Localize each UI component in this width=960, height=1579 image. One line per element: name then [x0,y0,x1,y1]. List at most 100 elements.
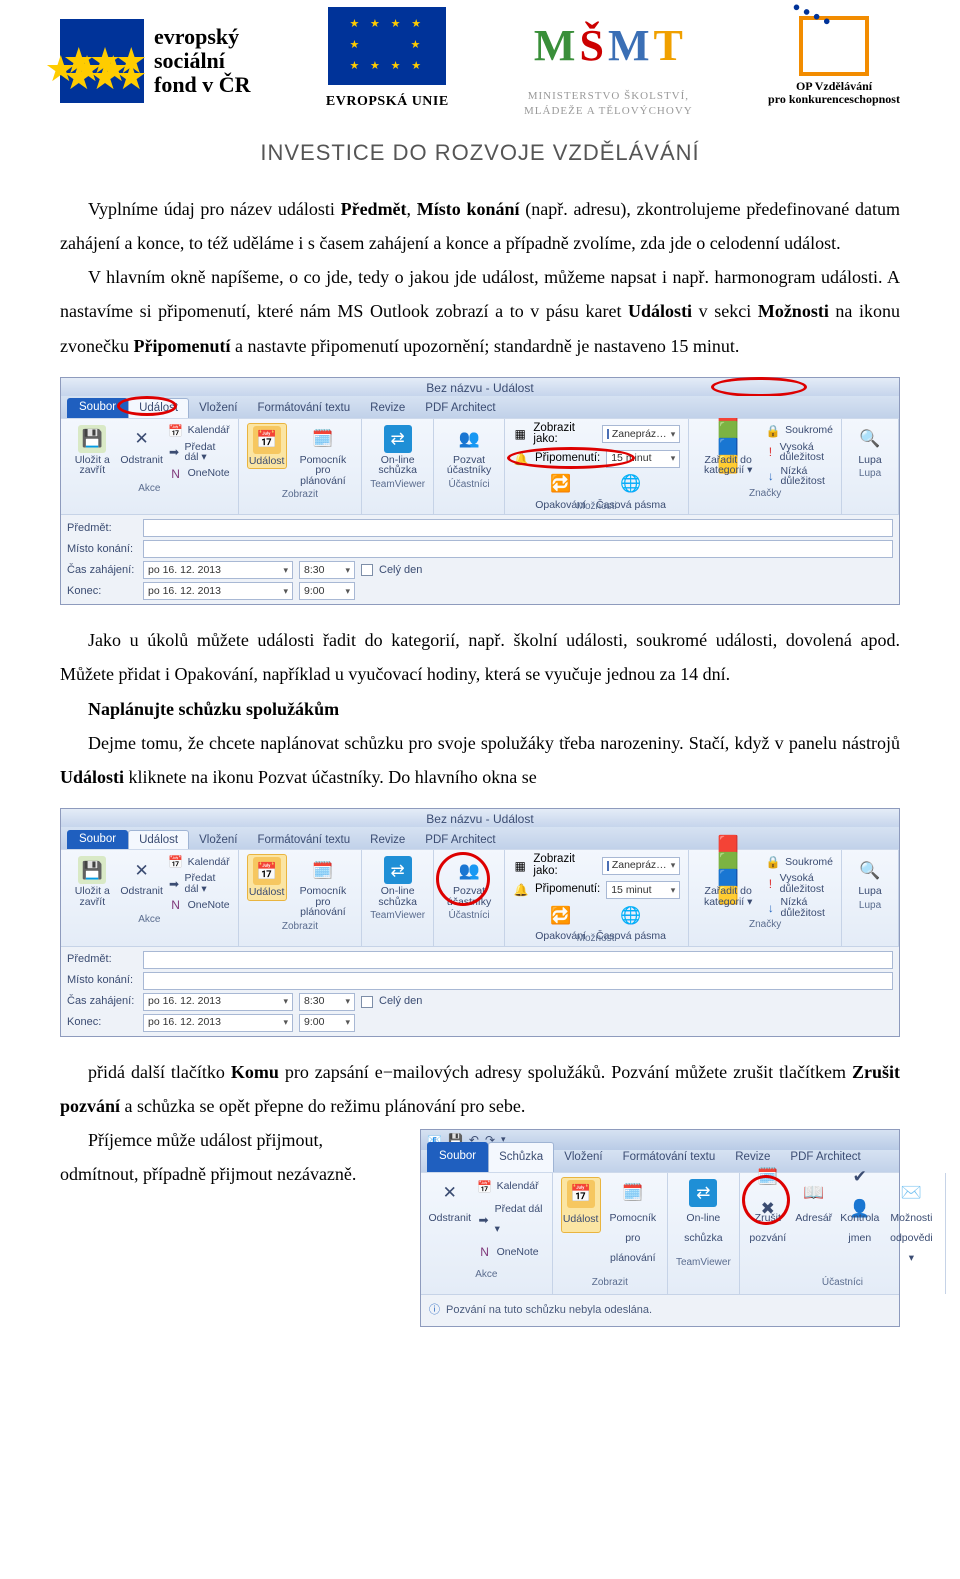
cancel-invite-button[interactable]: 🗓️✖Zrušit pozvání [748,1177,788,1251]
zoom-button[interactable]: 🔍Lupa [850,423,890,468]
group-actions-label: Akce [138,484,160,494]
subject-input-2[interactable] [143,951,893,969]
scheduling-assistant-button-2[interactable]: 🗓️Pomocník pro plánování [293,854,354,920]
group-participants-label: Účastníci [448,480,489,490]
tab-format-2[interactable]: Formátování textu [247,831,360,850]
tab-review-2[interactable]: Revize [360,831,415,850]
onenote-icon: N [168,466,184,482]
group-tags: 🟥🟩🟦🟨Zařadit do kategorií ▾ 🔒Soukromé !Vy… [689,419,842,515]
meeting-online-button[interactable]: ⇄On-line schůzka [676,1177,731,1251]
private-button-2[interactable]: 🔒Soukromé [765,854,833,870]
onenote-button[interactable]: NOneNote [168,466,230,482]
meeting-tab-meeting[interactable]: Schůzka [488,1142,554,1172]
end-time-combo-2[interactable]: 9:00 [299,1014,355,1032]
group-teamviewer-label: TeamViewer [370,480,425,490]
allday-checkbox-2[interactable] [361,996,373,1008]
meeting-delete-button[interactable]: ✕Odstranit [429,1177,471,1231]
allday-label: Celý den [379,565,422,576]
end-date-combo-2[interactable]: po 16. 12. 2013 [143,1014,293,1032]
addressbook-button[interactable]: 📖Adresář [794,1177,834,1231]
save-close-button-2[interactable]: 💾Uložit a zavřít [69,854,116,909]
meeting-tab-format[interactable]: Formátování textu [613,1143,726,1172]
invite-participants-button[interactable]: 👥Pozvat účastníky [442,423,496,478]
low-importance-button[interactable]: ↓Nízká důležitost [765,466,833,487]
delete-button-2[interactable]: ✕Odstranit [122,854,162,899]
forward-button[interactable]: ➡Předat dál ▾ [168,442,230,463]
tab-event[interactable]: Událost [128,398,189,418]
tab-event-2[interactable]: Událost [128,830,189,850]
online-meeting-button[interactable]: ⇄On-line schůzka [370,423,425,478]
tab-file-2[interactable]: Soubor [67,830,128,850]
zoom-button-2[interactable]: 🔍Lupa [850,854,890,899]
location-input-2[interactable] [143,972,893,990]
show-as-combo-2[interactable]: Zanepráz… [602,857,681,875]
forward-button-2[interactable]: ➡Předat dál ▾ [168,873,230,894]
reminder-icon: 🔔 [513,451,529,467]
tab-file[interactable]: Soubor [67,398,128,418]
check-names-button[interactable]: ✔👤Kontrola jmen [840,1177,880,1251]
screenshot-event-ribbon: Bez názvu - Událost Soubor Událost Vlože… [60,377,900,606]
tab-pdf-2[interactable]: PDF Architect [415,831,505,850]
private-button[interactable]: 🔒Soukromé [765,423,833,439]
end-date-combo[interactable]: po 16. 12. 2013 [143,582,293,600]
high-importance-button-2[interactable]: !Vysoká důležitost [765,873,833,894]
meeting-event-view-button[interactable]: 📅Událost [561,1177,601,1233]
delete-button[interactable]: ✕Odstranit [122,423,162,468]
meeting-group-actions-label: Akce [475,1265,497,1284]
subject-input[interactable] [143,519,893,537]
meeting-onenote-button[interactable]: NOneNote [477,1243,544,1263]
event-view-button[interactable]: 📅Událost [247,423,287,470]
tab-insert-2[interactable]: Vložení [189,831,247,850]
group-participants-label-2: Účastníci [448,911,489,921]
ribbon-2: 💾Uložit a zavřít ✕Odstranit 📅Kalendář ➡P… [61,849,899,946]
invite-icon: 👥 [455,856,483,884]
forward-icon: ➡ [168,876,181,892]
response-options-button[interactable]: ✉️Možnosti odpovědi ▾ [886,1177,937,1271]
scheduling-assistant-button[interactable]: 🗓️Pomocník pro plánování [293,423,354,489]
allday-checkbox[interactable] [361,564,373,576]
tab-insert[interactable]: Vložení [189,399,247,418]
meeting-tabs: Soubor Schůzka Vložení Formátování textu… [421,1150,899,1172]
tab-pdf[interactable]: PDF Architect [415,399,505,418]
group-show-label: Zobrazit [282,490,318,500]
start-date-combo-2[interactable]: po 16. 12. 2013 [143,993,293,1011]
tab-format[interactable]: Formátování textu [247,399,360,418]
addressbook-icon: 📖 [800,1179,828,1207]
save-close-button[interactable]: 💾Uložit a zavřít [69,423,116,478]
start-time-combo[interactable]: 8:30 [299,561,355,579]
meeting-info-bar: ⓘ Pozvání na tuto schůzku nebyla odeslán… [421,1294,899,1326]
high-importance-icon: ! [765,876,776,892]
online-meeting-button-2[interactable]: ⇄On-line schůzka [370,854,425,909]
calendar-button-2[interactable]: 📅Kalendář [168,854,230,870]
meeting-forward-button[interactable]: ➡Předat dál ▾ [477,1200,544,1240]
cancel-invite-icon: 🗓️✖ [754,1179,782,1207]
msmt-icon: MŠMT [534,4,683,88]
meeting-tab-file[interactable]: Soubor [427,1142,488,1172]
event-view-button-2[interactable]: 📅Událost [247,854,287,901]
meeting-calendar-button[interactable]: 📅Kalendář [477,1177,544,1197]
end-time-combo[interactable]: 9:00 [299,582,355,600]
high-importance-button[interactable]: !Vysoká důležitost [765,442,833,463]
reminder-icon: 🔔 [513,882,529,898]
reminder-combo-2[interactable]: 15 minut [606,881,680,899]
meeting-tab-insert[interactable]: Vložení [554,1143,612,1172]
paragraph-5: přidá další tlačítko Komu pro zapsání e−… [60,1055,900,1123]
calendar-button[interactable]: 📅Kalendář [168,423,230,439]
categorize-button[interactable]: 🟥🟩🟦🟨Zařadit do kategorií ▾ [697,423,759,478]
categorize-button-2[interactable]: 🟥🟩🟦🟨Zařadit do kategorií ▾ [697,854,759,909]
meeting-assistant-button[interactable]: 🗓️Pomocník pro plánování [607,1177,659,1271]
reminder-combo[interactable]: 15 minut [606,450,680,468]
reminder-label: Připomenutí: [535,453,600,465]
group-actions-label-2: Akce [138,915,160,925]
start-time-combo-2[interactable]: 8:30 [299,993,355,1011]
teamviewer-icon: ⇄ [384,856,412,884]
start-date-combo[interactable]: po 16. 12. 2013 [143,561,293,579]
location-input[interactable] [143,540,893,558]
invite-participants-button-2[interactable]: 👥Pozvat účastníky [442,854,496,909]
onenote-button-2[interactable]: NOneNote [168,897,230,913]
show-as-combo[interactable]: Zanepráz… [602,425,681,443]
tab-review[interactable]: Revize [360,399,415,418]
group-tags-label-2: Značky [749,920,781,930]
low-importance-button-2[interactable]: ↓Nízká důležitost [765,897,833,918]
eu-logo: ★ ★ EVROPSKÁ UNIE [326,7,449,116]
